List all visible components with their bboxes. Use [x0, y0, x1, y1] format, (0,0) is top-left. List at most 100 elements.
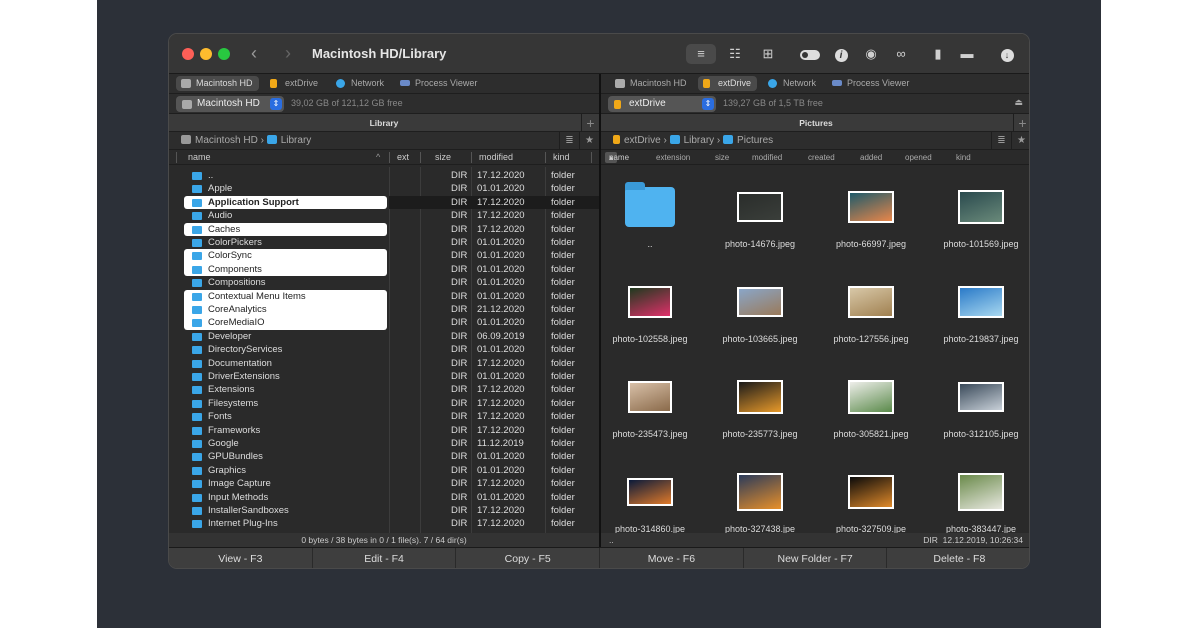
thumbnail-item[interactable]: photo-103665.jpeg — [705, 272, 815, 362]
column-extension[interactable]: extension — [656, 150, 690, 165]
table-row[interactable]: InstallerSandboxes DIR 17.12.2020 folder — [169, 504, 599, 517]
new-tab-plus-icon[interactable]: + — [1013, 114, 1029, 132]
table-row[interactable]: Documentation DIR 17.12.2020 folder — [169, 357, 599, 370]
back-icon[interactable]: ‹ — [251, 43, 257, 64]
menu-lines-icon[interactable]: ≣ — [991, 132, 1011, 150]
tab-extdrive[interactable]: extDrive — [698, 76, 758, 91]
edit-button[interactable]: Edit - F4 — [313, 548, 457, 568]
network-folder-icon[interactable]: ▬ — [954, 44, 980, 64]
column-kind[interactable]: kind — [553, 150, 570, 165]
toggle-icon[interactable] — [797, 44, 823, 64]
table-row[interactable]: Apple DIR 01.01.2020 folder — [169, 182, 599, 195]
table-row[interactable]: Components DIR 01.01.2020 folder — [169, 263, 599, 276]
table-row[interactable]: CoreAnalytics DIR 21.12.2020 folder — [169, 303, 599, 316]
thumbnail-item[interactable]: .. — [601, 177, 705, 267]
file-size: DIR — [451, 250, 468, 262]
column-size[interactable]: size — [715, 150, 729, 165]
tab-network[interactable]: Network — [331, 76, 390, 91]
archive-icon[interactable]: ▮ — [925, 44, 951, 64]
table-row[interactable]: ColorSync DIR 01.01.2020 folder — [169, 249, 599, 262]
drive-selector[interactable]: extDrive ⇕ — [608, 96, 716, 112]
thumbnail-item[interactable]: photo-314860.jpe — [601, 462, 705, 533]
thumbnail-item[interactable]: photo-383447.jpe — [926, 462, 1029, 533]
thumbnail-view-icon[interactable]: ⊞ — [755, 44, 781, 64]
table-row[interactable]: Input Methods DIR 01.01.2020 folder — [169, 491, 599, 504]
tab-process-viewer[interactable]: Process Viewer — [395, 76, 483, 91]
column-ext[interactable]: ext — [397, 150, 409, 165]
thumbnail-item[interactable]: photo-327509.jpe — [816, 462, 926, 533]
table-row[interactable]: ColorPickers DIR 01.01.2020 folder — [169, 236, 599, 249]
delete-button[interactable]: Delete - F8 — [888, 548, 1030, 568]
thumbnail-item[interactable]: photo-235473.jpeg — [601, 367, 705, 457]
move-button[interactable]: Move - F6 — [600, 548, 744, 568]
detail-view-icon[interactable]: ☷ — [722, 44, 748, 64]
table-row[interactable]: Extensions DIR 17.12.2020 folder — [169, 383, 599, 396]
drive-selector[interactable]: Macintosh HD ⇕ — [176, 96, 284, 112]
info-icon[interactable]: i — [828, 44, 854, 64]
breadcrumb-item[interactable]: extDrive — [624, 135, 661, 146]
close-button[interactable] — [182, 48, 194, 60]
new-tab-plus-icon[interactable]: + — [581, 114, 599, 132]
thumbnail-item[interactable]: photo-127556.jpeg — [816, 272, 926, 362]
column-name[interactable]: name — [188, 150, 211, 165]
breadcrumb-item[interactable]: Pictures — [737, 135, 773, 146]
table-row[interactable]: .. DIR 17.12.2020 folder — [169, 169, 599, 182]
star-icon[interactable]: ★ — [579, 132, 599, 150]
list-view-icon[interactable]: ≡ — [686, 44, 716, 64]
table-row[interactable]: Internet Plug-Ins DIR 17.12.2020 folder — [169, 517, 599, 530]
thumbnail-item[interactable]: photo-101569.jpeg — [926, 177, 1029, 267]
table-row[interactable]: DriverExtensions DIR 01.01.2020 folder — [169, 370, 599, 383]
table-row[interactable]: Contextual Menu Items DIR 01.01.2020 fol… — [169, 290, 599, 303]
binoculars-icon[interactable]: ∞ — [888, 44, 914, 64]
table-row[interactable]: Image Capture DIR 17.12.2020 folder — [169, 477, 599, 490]
breadcrumb-item[interactable]: Macintosh HD — [195, 135, 258, 146]
tab-network[interactable]: Network — [763, 76, 822, 91]
column-name[interactable]: name ▴ — [605, 152, 629, 163]
table-row[interactable]: CoreMediaIO DIR 01.01.2020 folder — [169, 316, 599, 329]
column-size[interactable]: size — [435, 150, 451, 165]
tab-macintosh-hd[interactable]: Macintosh HD — [610, 76, 693, 91]
minimize-button[interactable] — [200, 48, 212, 60]
table-row[interactable]: Fonts DIR 17.12.2020 folder — [169, 410, 599, 423]
table-row[interactable]: GPUBundles DIR 01.01.2020 folder — [169, 450, 599, 463]
column-added[interactable]: added — [860, 150, 882, 165]
thumbnail-item[interactable]: photo-305821.jpeg — [816, 367, 926, 457]
thumbnail-item[interactable]: photo-14676.jpeg — [705, 177, 815, 267]
column-modified[interactable]: modified — [752, 150, 782, 165]
column-kind[interactable]: kind — [956, 150, 971, 165]
breadcrumb-item[interactable]: Library — [281, 135, 312, 146]
star-icon[interactable]: ★ — [1011, 132, 1029, 150]
table-row[interactable]: Compositions DIR 01.01.2020 folder — [169, 276, 599, 289]
download-icon[interactable]: ↓ — [994, 44, 1020, 64]
thumbnail-item[interactable]: photo-102558.jpeg — [601, 272, 705, 362]
thumbnail-item[interactable]: photo-327438.jpe — [705, 462, 815, 533]
column-opened[interactable]: opened — [905, 150, 932, 165]
copy-button[interactable]: Copy - F5 — [456, 548, 601, 568]
tab-process-viewer[interactable]: Process Viewer — [827, 76, 915, 91]
table-row[interactable]: Graphics DIR 01.01.2020 folder — [169, 464, 599, 477]
table-row[interactable]: Application Support DIR 17.12.2020 folde… — [169, 195, 599, 210]
zoom-button[interactable] — [218, 48, 230, 60]
table-row[interactable]: Audio DIR 17.12.2020 folder — [169, 209, 599, 222]
table-row[interactable]: Filesystems DIR 17.12.2020 folder — [169, 397, 599, 410]
tab-extdrive[interactable]: extDrive — [265, 76, 324, 91]
thumbnail-item[interactable]: photo-66997.jpeg — [816, 177, 926, 267]
forward-icon[interactable]: › — [285, 43, 291, 64]
thumbnail-item[interactable]: photo-312105.jpeg — [926, 367, 1029, 457]
column-created[interactable]: created — [808, 150, 835, 165]
thumbnail-item[interactable]: photo-235773.jpeg — [705, 367, 815, 457]
table-row[interactable]: Developer DIR 06.09.2019 folder — [169, 330, 599, 343]
table-row[interactable]: Frameworks DIR 17.12.2020 folder — [169, 424, 599, 437]
menu-lines-icon[interactable]: ≣ — [559, 132, 579, 150]
table-row[interactable]: Google DIR 11.12.2019 folder — [169, 437, 599, 450]
thumbnail-item[interactable]: photo-219837.jpeg — [926, 272, 1029, 362]
column-modified[interactable]: modified — [479, 150, 513, 165]
tab-macintosh-hd[interactable]: Macintosh HD — [176, 76, 259, 91]
breadcrumb-item[interactable]: Library — [684, 135, 715, 146]
eye-icon[interactable]: ◉ — [858, 44, 884, 64]
table-row[interactable]: DirectoryServices DIR 01.01.2020 folder — [169, 343, 599, 356]
eject-icon[interactable]: ⏏ — [1014, 97, 1023, 108]
view-button[interactable]: View - F3 — [169, 548, 313, 568]
new-folder-button[interactable]: New Folder - F7 — [744, 548, 888, 568]
table-row[interactable]: Caches DIR 17.12.2020 folder — [169, 223, 599, 236]
